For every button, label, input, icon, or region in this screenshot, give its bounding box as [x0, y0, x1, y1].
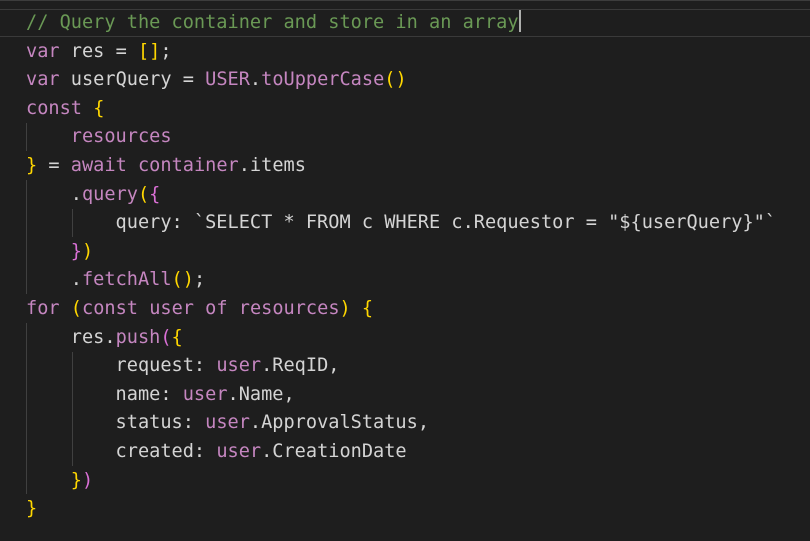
code-line-8: query: `SELECT * FROM c WHERE c.Requesto…: [26, 212, 777, 234]
code-line-3: var userQuery = USER.toUpperCase(): [26, 69, 407, 91]
code-line-18: }: [26, 498, 38, 520]
code-line-9: }): [70, 240, 94, 262]
comment-token: // Query the container and store in an a…: [26, 12, 519, 33]
code-line-16: created: user.CreationDate: [26, 440, 407, 462]
code-line-5: resources: [70, 126, 172, 148]
code-line-13: request: user.ReqID,: [26, 355, 340, 377]
code-line-12: res.push({: [26, 326, 183, 348]
code-line-15: status: user.ApprovalStatus,: [26, 412, 430, 434]
editor-top-border: [0, 0, 810, 1]
code-editor[interactable]: // Query the container and store in an a…: [0, 0, 810, 541]
code-line-11: for (const user of resources) {: [26, 297, 374, 319]
text-cursor: [518, 10, 521, 32]
code-line-1: // Query the container and store in an a…: [26, 9, 776, 38]
code-line-10: .fetchAll();: [26, 269, 206, 291]
code-line-14: name: user.Name,: [26, 383, 295, 405]
code-line-4: const {: [26, 97, 105, 119]
code-content[interactable]: // Query the container and store in an a…: [26, 9, 776, 524]
code-line-2: var res = [];: [26, 40, 172, 62]
code-line-7: .query({: [26, 183, 161, 205]
code-line-17: }): [70, 469, 94, 491]
code-line-6: } = await container.items: [26, 154, 306, 176]
